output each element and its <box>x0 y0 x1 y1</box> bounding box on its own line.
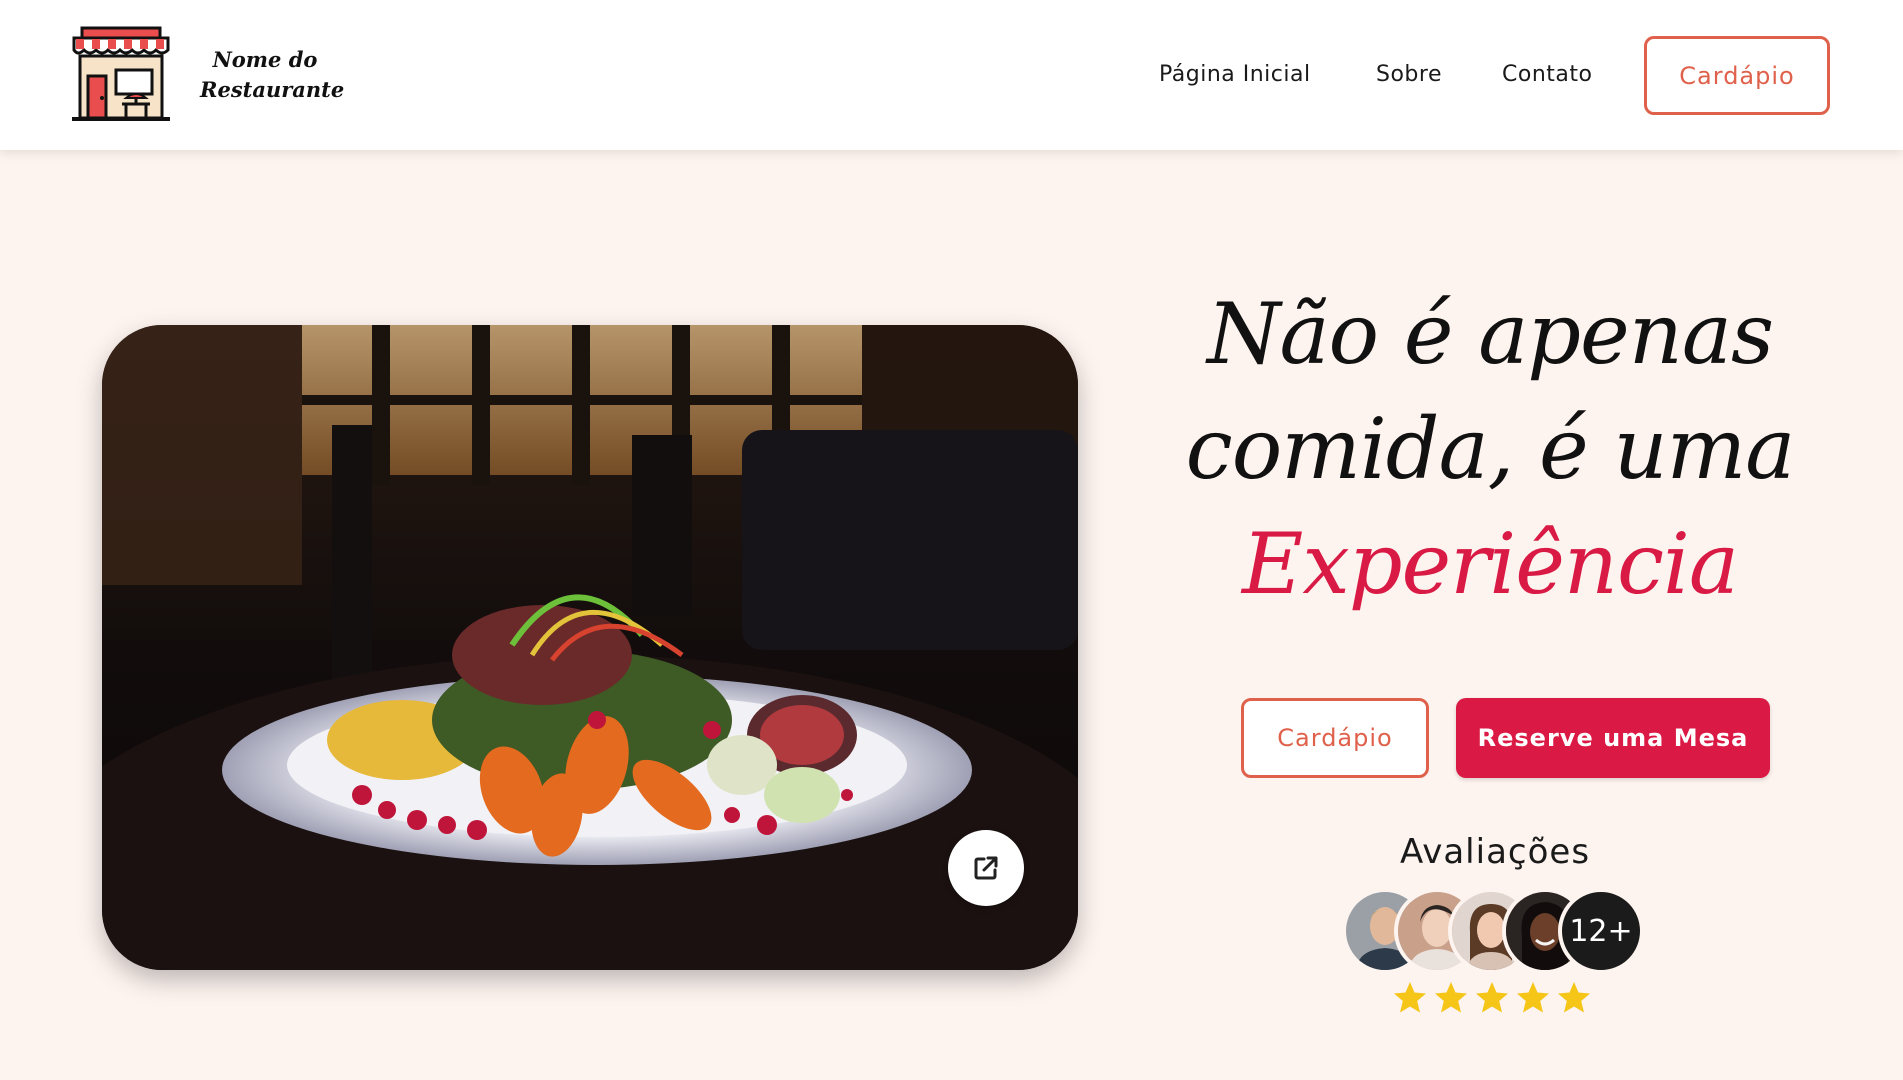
reserve-table-button[interactable]: Reserve uma Mesa <box>1456 698 1770 778</box>
headline-accent: Experiência <box>1242 515 1739 613</box>
storefront-logo-icon[interactable] <box>70 24 172 126</box>
more-reviewers-badge: 12+ <box>1558 888 1644 974</box>
external-link-icon[interactable] <box>948 830 1024 906</box>
star-icon <box>1558 982 1590 1013</box>
restaurant-name-line1: Nome do <box>212 47 318 72</box>
hero-menu-button[interactable]: Cardápio <box>1241 698 1429 778</box>
site-header: Nome do Restaurante Página Inicial Sobre… <box>0 0 1903 150</box>
star-icon <box>1394 982 1426 1013</box>
reviews-title: Avaliações <box>1399 832 1591 872</box>
star-icon <box>1476 982 1508 1013</box>
restaurant-name[interactable]: Nome do Restaurante <box>200 45 345 105</box>
restaurant-name-line2: Restaurante <box>200 77 345 102</box>
hero-food-image <box>102 325 1078 970</box>
nav-about-link[interactable]: Sobre <box>1376 62 1442 87</box>
star-icon <box>1517 982 1549 1013</box>
star-icon <box>1435 982 1467 1013</box>
nav-contact-link[interactable]: Contato <box>1502 62 1592 87</box>
rating-stars <box>1392 980 1592 1016</box>
headline-line1: Não é apenas <box>1206 285 1774 383</box>
headline-line2: comida, é uma <box>1185 400 1796 498</box>
nav-home-link[interactable]: Página Inicial <box>1159 62 1311 87</box>
reviewer-avatars: 12+ <box>1342 888 1644 974</box>
nav-menu-button[interactable]: Cardápio <box>1644 36 1830 115</box>
